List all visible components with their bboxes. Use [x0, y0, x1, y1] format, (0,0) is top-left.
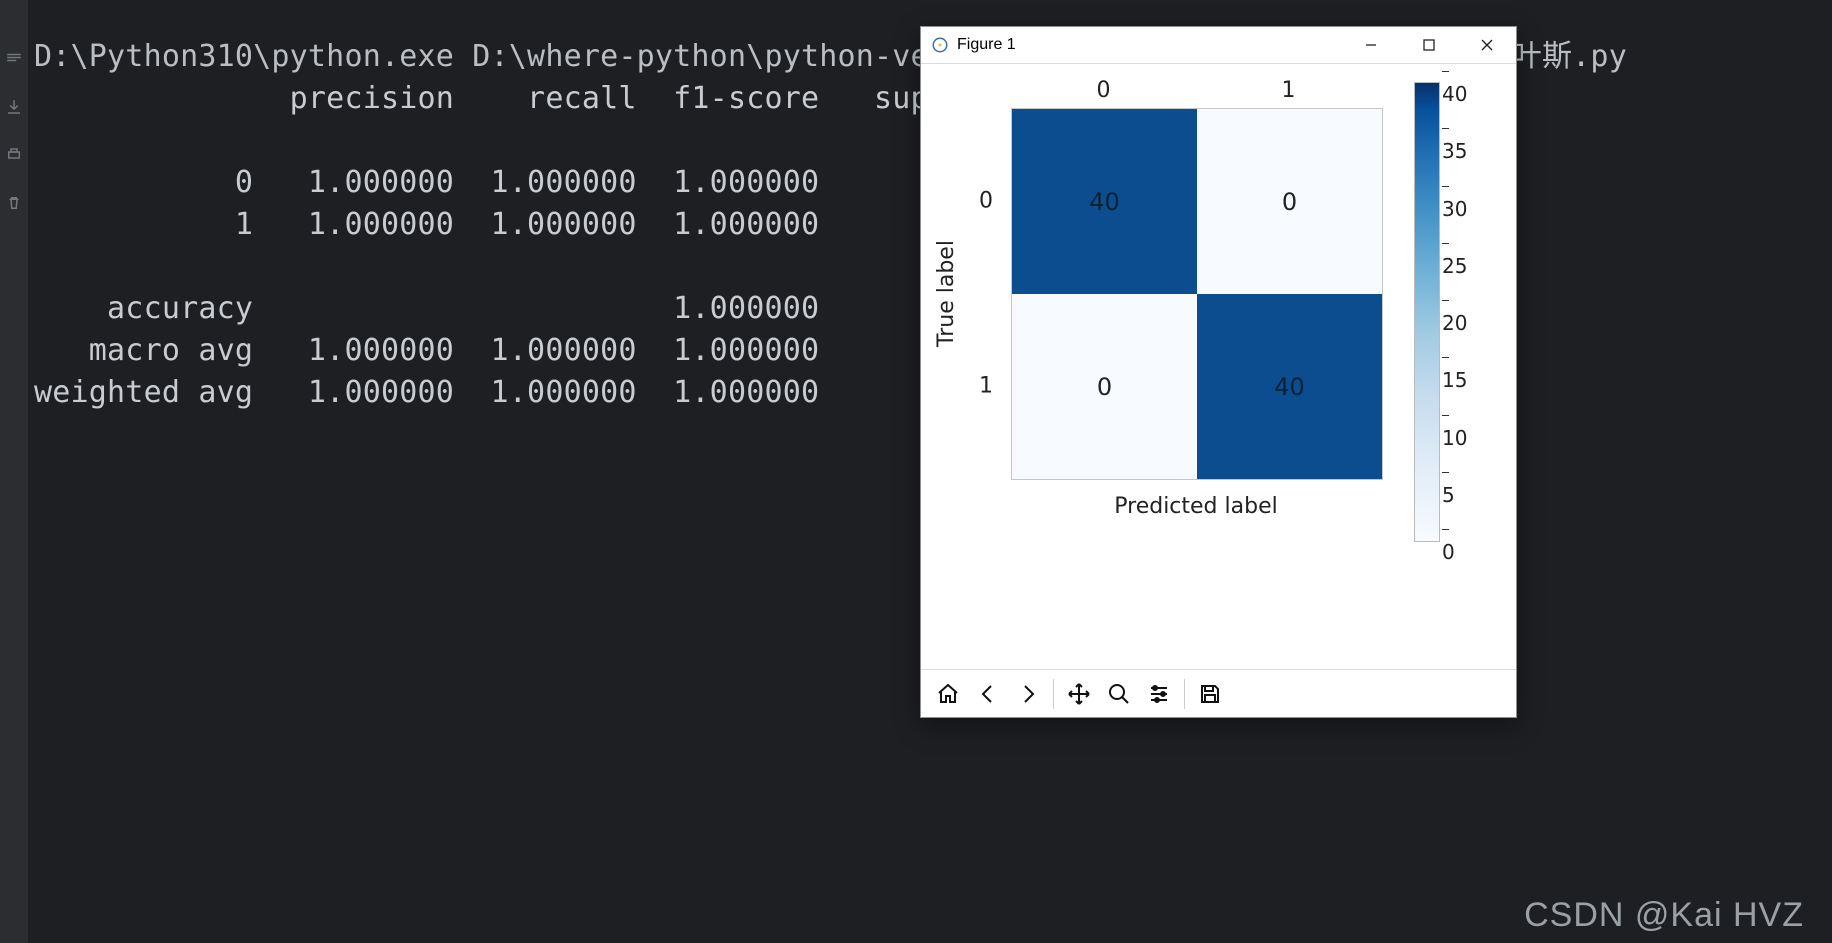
toolbar-separator — [1053, 679, 1054, 709]
cbar-40: 40 — [1442, 58, 1467, 106]
download-icon[interactable] — [5, 98, 23, 120]
xtick-0: 0 — [1097, 78, 1111, 103]
cbar-35: 35 — [1442, 115, 1467, 163]
figure-title: Figure 1 — [957, 36, 1016, 54]
matplotlib-app-icon — [931, 36, 949, 54]
matplotlib-figure-window: Figure 1 0 1 0 1 40 0 0 40 Predicted lab… — [920, 26, 1517, 718]
cbar-0: 0 — [1442, 516, 1455, 564]
ide-left-rail — [0, 0, 28, 943]
x-tick-labels: 0 1 — [1011, 78, 1381, 104]
ytick-0: 0 — [979, 188, 993, 213]
cbar-25: 25 — [1442, 230, 1467, 278]
report-weighted-avg: weighted avg 1.000000 1.000000 1.000000 … — [34, 375, 1002, 410]
cbar-30: 30 — [1442, 173, 1467, 221]
save-icon[interactable] — [1191, 675, 1229, 713]
minimize-button[interactable] — [1342, 27, 1400, 63]
cell-0-0: 40 — [1012, 109, 1197, 294]
arrow-right-icon[interactable] — [1009, 675, 1047, 713]
matplotlib-toolbar — [921, 669, 1516, 717]
cell-1-0: 0 — [1012, 294, 1197, 479]
trash-icon[interactable] — [5, 194, 23, 216]
home-icon[interactable] — [929, 675, 967, 713]
move-icon[interactable] — [1060, 675, 1098, 713]
report-header: precision recall f1-score support — [34, 81, 1002, 116]
watermark: CSDN @Kai HVZ — [1524, 896, 1804, 935]
cbar-5: 5 — [1442, 459, 1455, 507]
figure-canvas[interactable]: 0 1 0 1 40 0 0 40 Predicted label True l… — [921, 64, 1516, 668]
report-row-0: 0 1.000000 1.000000 1.000000 40 — [34, 165, 1002, 200]
toolbar-separator-2 — [1184, 679, 1185, 709]
heatmap-plot: 40 0 0 40 — [1011, 108, 1383, 480]
y-axis-label: True label — [933, 108, 959, 478]
arrow-left-icon[interactable] — [969, 675, 1007, 713]
cbar-10: 10 — [1442, 402, 1467, 450]
report-macro-avg: macro avg 1.000000 1.000000 1.000000 80 — [34, 333, 1002, 368]
cbar-20: 20 — [1442, 287, 1467, 335]
cell-0-1: 0 — [1197, 109, 1382, 294]
report-row-1: 1 1.000000 1.000000 1.000000 40 — [34, 207, 1002, 242]
cbar-15: 15 — [1442, 344, 1467, 392]
sliders-icon[interactable] — [1140, 675, 1178, 713]
figure-titlebar[interactable]: Figure 1 — [921, 27, 1516, 64]
x-axis-label: Predicted label — [1011, 494, 1381, 519]
colorbar — [1414, 82, 1440, 542]
y-tick-labels: 0 1 — [979, 108, 1005, 478]
report-accuracy: accuracy 1.000000 80 — [34, 291, 1002, 326]
print-icon[interactable] — [5, 146, 23, 168]
rail-icon-1[interactable] — [5, 50, 23, 72]
magnify-icon[interactable] — [1100, 675, 1138, 713]
cell-1-1: 40 — [1197, 294, 1382, 479]
ytick-1: 1 — [979, 373, 993, 398]
xtick-1: 1 — [1282, 78, 1296, 103]
